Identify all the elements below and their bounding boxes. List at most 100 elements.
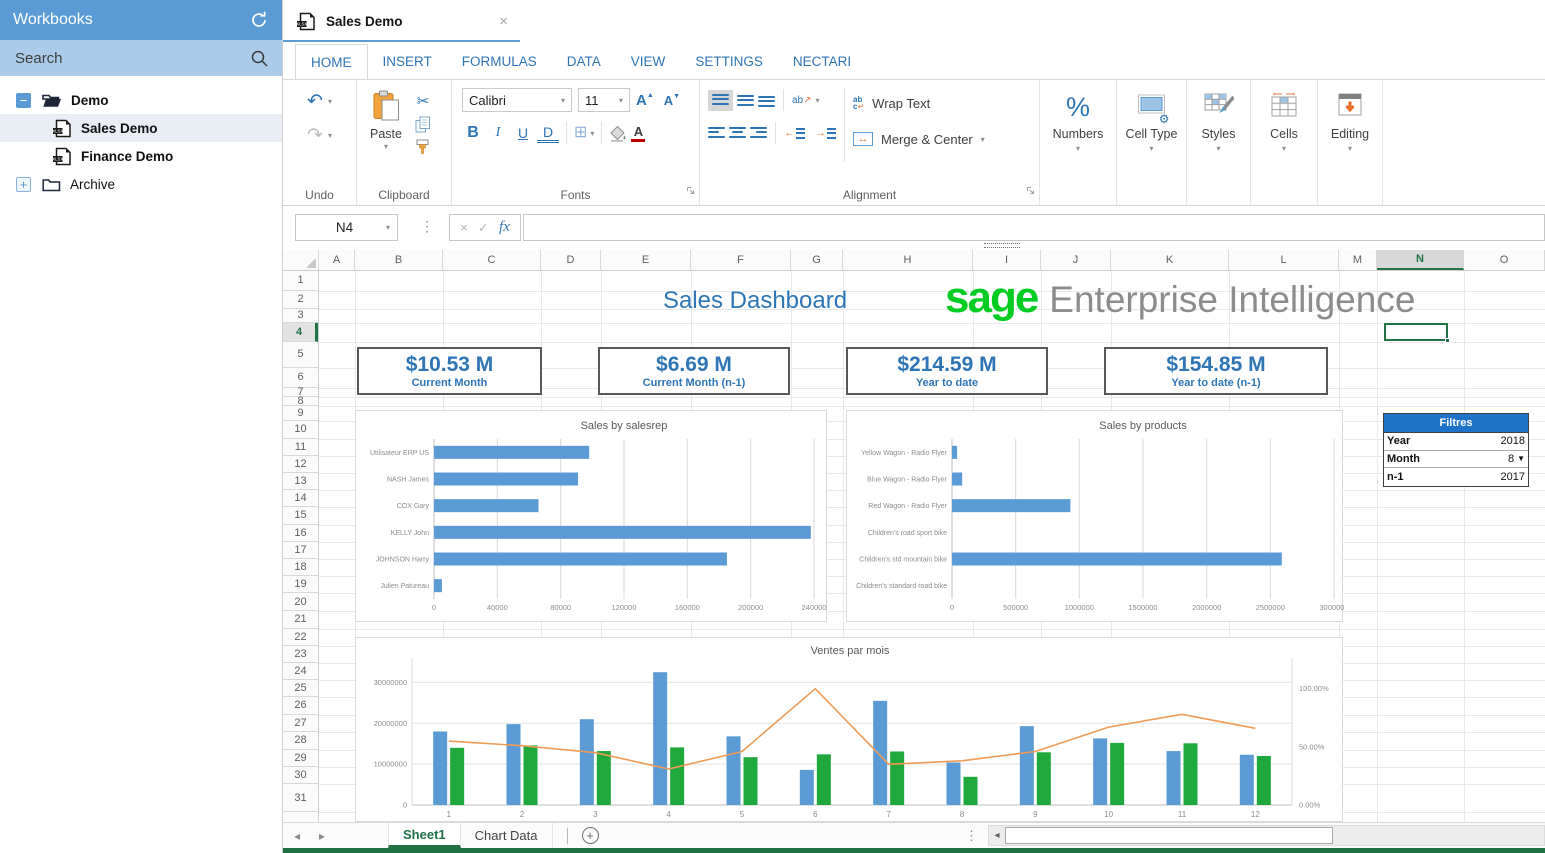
horizontal-scrollbar[interactable]: ◂: [988, 825, 1545, 846]
row-header-10[interactable]: 10: [283, 421, 318, 439]
align-center-button[interactable]: [729, 127, 746, 140]
column-header-F[interactable]: F: [691, 250, 791, 270]
column-header-O[interactable]: O: [1464, 250, 1545, 270]
row-header-27[interactable]: 27: [283, 715, 318, 733]
active-cell-selection[interactable]: [1384, 323, 1448, 341]
column-header-I[interactable]: I: [973, 250, 1041, 270]
editing-button[interactable]: Editing ▾: [1318, 80, 1383, 205]
column-header-M[interactable]: M: [1339, 250, 1377, 270]
ribbon-tab-home[interactable]: HOME: [295, 44, 368, 80]
align-bottom-button[interactable]: [758, 94, 775, 107]
row-header-12[interactable]: 12: [283, 456, 318, 474]
row-header-20[interactable]: 20: [283, 593, 318, 611]
orientation-dropdown-icon[interactable]: ▾: [816, 96, 820, 105]
font-name-select[interactable]: Calibri ▾: [462, 88, 572, 112]
row-header-21[interactable]: 21: [283, 611, 318, 629]
close-icon[interactable]: ×: [499, 13, 508, 30]
fill-color-icon[interactable]: [609, 125, 628, 142]
text-orientation-button[interactable]: ab↗: [792, 95, 812, 106]
confirm-icon[interactable]: ✓: [478, 220, 489, 236]
borders-dropdown-icon[interactable]: ▾: [590, 129, 594, 138]
row-header-17[interactable]: 17: [283, 542, 318, 560]
column-header-G[interactable]: G: [791, 250, 843, 270]
numbers-button[interactable]: % Numbers ▾: [1040, 80, 1117, 205]
expand-toggle-icon[interactable]: +: [16, 177, 31, 192]
row-header-13[interactable]: 13: [283, 473, 318, 490]
decrease-indent-button[interactable]: ←: [784, 128, 805, 139]
redo-dropdown-icon[interactable]: ▾: [328, 131, 332, 140]
align-left-button[interactable]: [708, 127, 725, 140]
merge-center-button[interactable]: ↔ Merge & Center ▾: [853, 126, 985, 152]
cancel-icon[interactable]: ×: [460, 220, 468, 235]
font-color-button[interactable]: A: [631, 125, 645, 142]
row-header-19[interactable]: 19: [283, 576, 318, 593]
column-header-L[interactable]: L: [1229, 250, 1339, 270]
ribbon-tab-settings[interactable]: SETTINGS: [680, 44, 778, 79]
fill-handle[interactable]: [1445, 338, 1450, 343]
row-header-30[interactable]: 30: [283, 767, 318, 785]
format-painter-icon[interactable]: [415, 139, 431, 155]
row-header-16[interactable]: 16: [283, 525, 318, 542]
ribbon-tab-data[interactable]: DATA: [552, 44, 616, 79]
paste-dropdown-icon[interactable]: ▾: [384, 142, 388, 151]
row-header-1[interactable]: 1: [283, 271, 318, 291]
row-header-5[interactable]: 5: [283, 342, 318, 369]
row-header-26[interactable]: 26: [283, 697, 318, 715]
styles-button[interactable]: Styles ▾: [1187, 80, 1251, 205]
formula-input[interactable]: [523, 214, 1545, 241]
cell-type-button[interactable]: ⚙ Cell Type ▾: [1117, 80, 1187, 205]
row-header-6[interactable]: 6: [283, 368, 318, 388]
search-input[interactable]: [13, 49, 250, 68]
row-header-31[interactable]: 31: [283, 784, 318, 812]
row-header-23[interactable]: 23: [283, 646, 318, 664]
row-header-29[interactable]: 29: [283, 750, 318, 767]
sheet-tab-chart-data[interactable]: Chart Data: [461, 823, 553, 848]
column-header-D[interactable]: D: [541, 250, 601, 270]
row-header-15[interactable]: 15: [283, 507, 318, 525]
align-right-button[interactable]: [750, 127, 767, 140]
undo-button[interactable]: ↶: [307, 92, 323, 111]
row-header-3[interactable]: 3: [283, 309, 318, 324]
ribbon-tab-insert[interactable]: INSERT: [368, 44, 447, 79]
kebab-menu-icon[interactable]: ⋮: [420, 218, 434, 235]
italic-button[interactable]: I: [487, 122, 509, 144]
row-header-9[interactable]: 9: [283, 406, 318, 421]
borders-icon[interactable]: ⊞: [574, 125, 587, 141]
formula-bar-resize-handle[interactable]: [984, 243, 1020, 248]
add-sheet-button[interactable]: +: [582, 827, 599, 844]
align-middle-button[interactable]: [737, 94, 754, 107]
increase-font-size-button[interactable]: A▲: [636, 93, 654, 108]
row-header-25[interactable]: 25: [283, 680, 318, 697]
select-all-corner[interactable]: [283, 250, 319, 270]
decrease-font-size-button[interactable]: A▼: [664, 94, 680, 107]
name-box[interactable]: N4 ▾: [295, 214, 398, 241]
filter-row-n-1[interactable]: n-12017: [1384, 468, 1528, 486]
scrollbar-thumb[interactable]: [1005, 827, 1333, 844]
row-header-8[interactable]: 8: [283, 397, 318, 406]
wrap-text-button[interactable]: ab c↵ Wrap Text: [853, 90, 985, 116]
tabbar-kebab-icon[interactable]: ⋮: [965, 828, 978, 844]
column-header-B[interactable]: B: [355, 250, 443, 270]
bold-button[interactable]: B: [462, 122, 484, 144]
document-tab-sales-demo[interactable]: XLSX Sales Demo ×: [283, 2, 520, 42]
fonts-dialog-launcher-icon[interactable]: [686, 182, 695, 200]
row-header-22[interactable]: 22: [283, 629, 318, 646]
scroll-left-icon[interactable]: ◂: [989, 830, 1005, 841]
tree-item-archive[interactable]: +Archive: [0, 170, 282, 198]
tree-item-sales-demo[interactable]: XLSXSales Demo: [0, 114, 282, 142]
underline-button[interactable]: U: [512, 122, 534, 144]
increase-indent-button[interactable]: →: [815, 128, 836, 139]
row-header-18[interactable]: 18: [283, 559, 318, 576]
row-header-4[interactable]: 4: [283, 323, 318, 342]
sheet-tab-sheet1[interactable]: Sheet1: [388, 823, 461, 848]
column-header-C[interactable]: C: [443, 250, 541, 270]
sheet-nav-prev-icon[interactable]: ◂: [283, 829, 311, 843]
tree-item-demo[interactable]: −Demo: [0, 86, 282, 114]
column-header-K[interactable]: K: [1111, 250, 1229, 270]
column-header-A[interactable]: A: [319, 250, 355, 270]
filter-row-year[interactable]: Year2018: [1384, 433, 1528, 451]
search-icon[interactable]: [250, 49, 269, 68]
row-header-24[interactable]: 24: [283, 663, 318, 680]
align-top-button[interactable]: [708, 90, 733, 111]
row-header-11[interactable]: 11: [283, 439, 318, 456]
